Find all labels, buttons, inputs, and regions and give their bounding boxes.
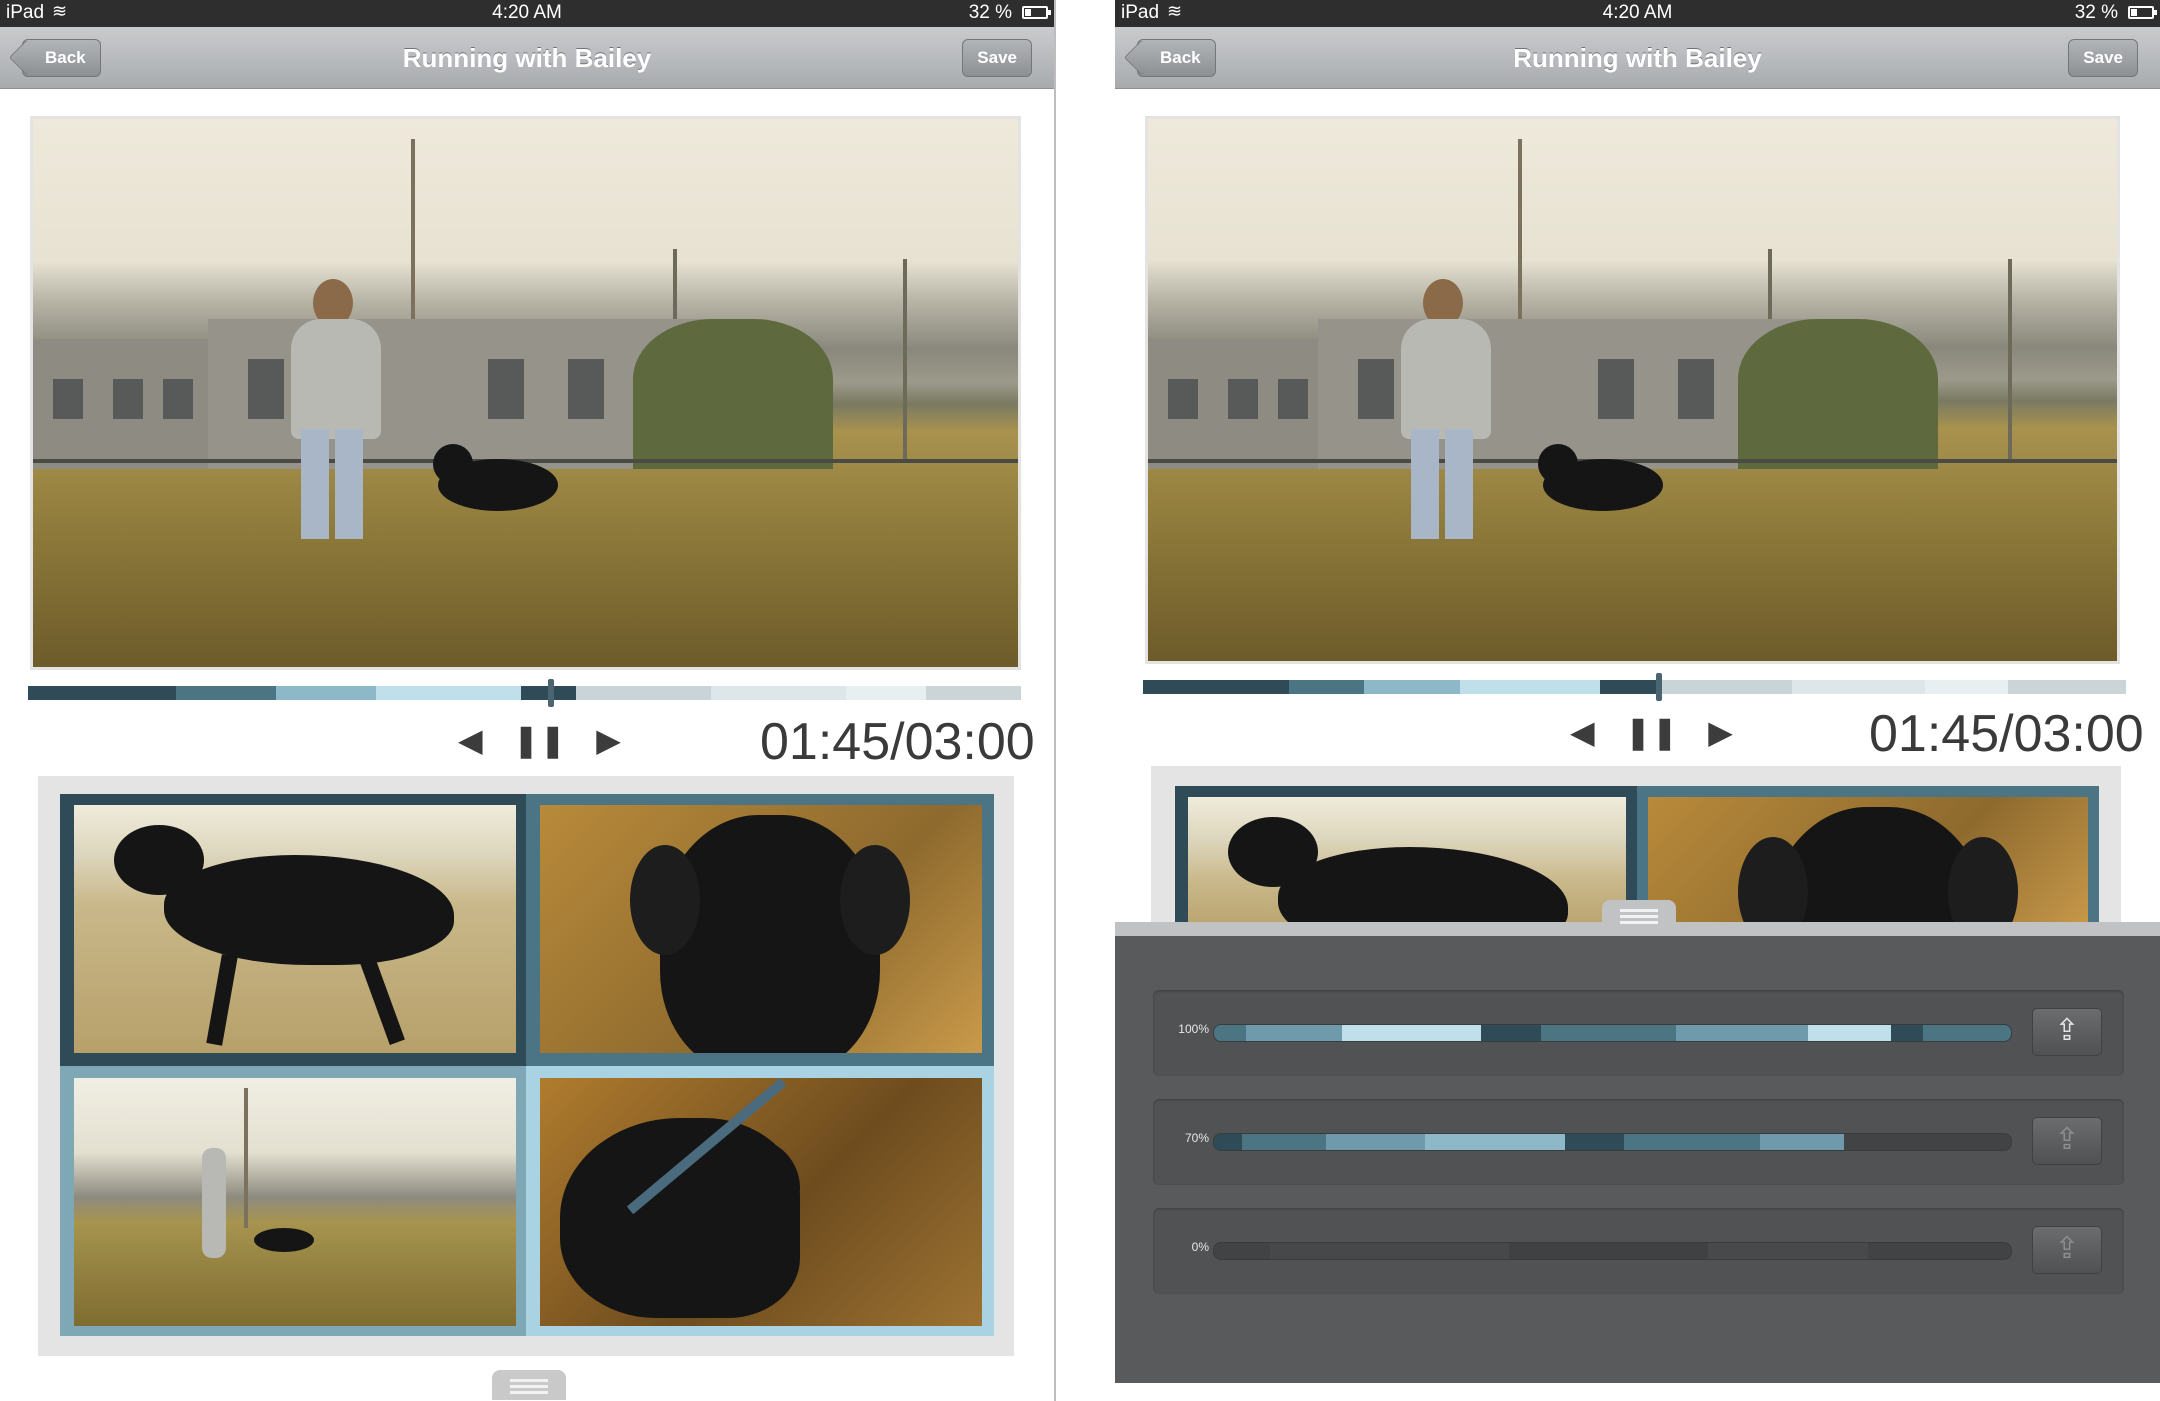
page-title: Running with Bailey	[402, 43, 652, 73]
export-drawer: 100% ⇪ 70% ⇪ 0% ⇪	[1115, 900, 2160, 1383]
drawer-handle-icon[interactable]	[492, 1370, 566, 1400]
export-quality-label: 70%	[1184, 1131, 1209, 1145]
status-bar: iPad ≋ 4:20 AM 32 %	[0, 0, 1054, 27]
scrubber-knob[interactable]	[548, 679, 554, 707]
export-progress-bar	[1213, 1024, 2012, 1042]
navigation-bar: Back Running with Bailey Save	[1115, 27, 2160, 89]
play-icon[interactable]: ▶	[596, 724, 621, 756]
export-progress-bar	[1213, 1133, 2012, 1151]
status-time: 4:20 AM	[1602, 2, 1673, 23]
rewind-icon[interactable]: ◀	[1570, 716, 1595, 748]
collage-photo-dog-running[interactable]	[74, 805, 516, 1053]
video-preview[interactable]	[30, 116, 1021, 670]
collage-photo-dog-closeup[interactable]	[540, 805, 982, 1053]
export-row-0: 0% ⇪	[1153, 1208, 2124, 1294]
playback-controls: ◀ ❚❚ ▶	[1570, 716, 1733, 748]
collage-photo-dog-closeup[interactable]	[1648, 797, 2088, 937]
share-icon[interactable]: ⇪	[2032, 1117, 2102, 1165]
collage-photo-dog-running[interactable]	[1188, 797, 1626, 937]
status-bar: iPad ≋ 4:20 AM 32 %	[1115, 0, 2160, 27]
timecode: 01:45/03:00	[1869, 705, 2144, 763]
pause-icon[interactable]: ❚❚	[513, 724, 567, 756]
drawer-handle-icon[interactable]	[1602, 900, 1676, 930]
save-button[interactable]: Save	[962, 39, 1032, 77]
timeline-scrubber[interactable]	[1143, 680, 2126, 694]
export-progress-bar	[1213, 1242, 2012, 1260]
ipad-screen-collage-view: iPad ≋ 4:20 AM 32 % Back Running with Ba…	[0, 0, 1056, 1401]
share-icon[interactable]: ⇪	[2032, 1008, 2102, 1056]
battery-percent: 32 %	[2074, 2, 2118, 23]
collage-photo-park-scene[interactable]	[74, 1078, 516, 1326]
scrubber-knob[interactable]	[1656, 673, 1662, 701]
save-button[interactable]: Save	[2068, 39, 2138, 77]
person-figure	[1383, 279, 1503, 539]
timeline-scrubber[interactable]	[28, 686, 1021, 700]
video-frame-image	[1148, 119, 2117, 661]
ipad-screen-export-drawer: iPad ≋ 4:20 AM 32 % Back Running with Ba…	[1115, 0, 2160, 1401]
video-preview[interactable]	[1145, 116, 2120, 664]
share-icon[interactable]: ⇪	[2032, 1226, 2102, 1274]
play-icon[interactable]: ▶	[1708, 716, 1733, 748]
playback-controls: ◀ ❚❚ ▶	[458, 724, 621, 756]
photo-collage	[38, 776, 1014, 1356]
battery-percent: 32 %	[968, 2, 1012, 23]
export-quality-label: 100%	[1178, 1022, 1209, 1036]
export-row-100: 100% ⇪	[1153, 990, 2124, 1076]
person-figure	[273, 279, 393, 539]
rewind-icon[interactable]: ◀	[458, 724, 483, 756]
battery-icon	[2128, 6, 2157, 19]
battery-icon	[1022, 6, 1051, 19]
collage-photo-dog-tug[interactable]	[540, 1078, 982, 1326]
page-title: Running with Bailey	[1513, 43, 1762, 73]
navigation-bar: Back Running with Bailey Save	[0, 27, 1054, 89]
status-time: 4:20 AM	[492, 2, 562, 23]
video-frame-image	[33, 119, 1018, 667]
export-quality-label: 0%	[1191, 1240, 1209, 1254]
timecode: 01:45/03:00	[760, 713, 1035, 771]
pause-icon[interactable]: ❚❚	[1625, 716, 1679, 748]
export-row-70: 70% ⇪	[1153, 1099, 2124, 1185]
